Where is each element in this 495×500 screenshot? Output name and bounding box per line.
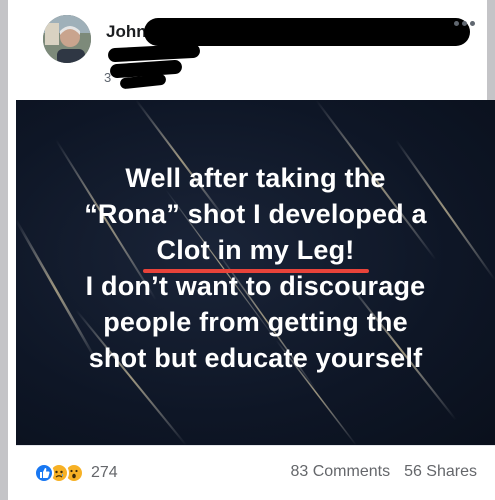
like-reaction-icon [34, 463, 54, 483]
image-text-line-4: I don’t want to discourage [85, 271, 426, 301]
post-image[interactable]: Well after taking the “Rona” shot I deve… [16, 100, 495, 445]
post-header: John 3 [16, 0, 495, 100]
red-underline [142, 269, 369, 273]
author-avatar[interactable] [43, 15, 91, 63]
post-card: John 3 Well after taking the “Rona” shot… [0, 0, 495, 500]
image-text-line-1: Well after taking the [125, 163, 386, 193]
image-text-line-2: “Rona” shot I developed a [84, 199, 427, 229]
reaction-count: 274 [91, 464, 118, 481]
avatar-photo [43, 15, 91, 63]
image-text-line-5: people from getting the [103, 307, 408, 337]
comments-count-link[interactable]: 83 Comments [290, 463, 390, 481]
more-horizontal-icon[interactable] [451, 18, 477, 28]
redaction-name [144, 18, 470, 46]
underlined-text: Clot in my Leg! [156, 235, 355, 265]
image-text-line-3: Clot in my Leg! [16, 232, 495, 273]
underlined-phrase: Clot in my Leg! [142, 232, 369, 273]
author-name[interactable]: John [106, 22, 147, 42]
image-text-line-6: shot but educate yourself [88, 343, 423, 373]
post-image-text: Well after taking the “Rona” shot I deve… [16, 160, 495, 376]
reactions-summary[interactable]: 274 [34, 463, 118, 483]
engagement-stats: 83 Comments 56 Shares [290, 463, 477, 481]
redaction-meta-1 [107, 43, 201, 63]
post-footer: 274 83 Comments 56 Shares [16, 445, 495, 500]
shares-count-link[interactable]: 56 Shares [404, 463, 477, 481]
